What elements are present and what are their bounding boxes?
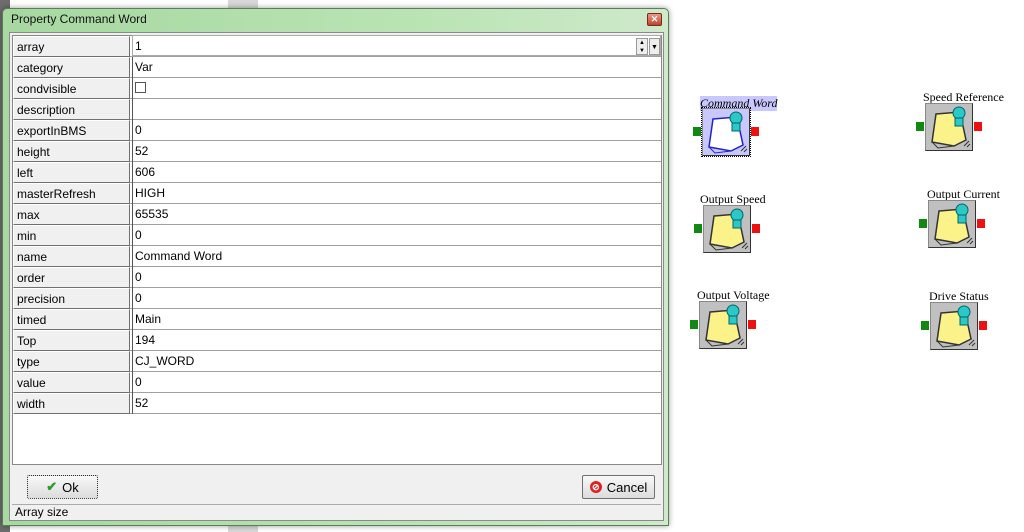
- property-row-exportinbms: exportInBMS 0: [13, 120, 661, 141]
- property-dialog: Property Command Word ✕ array 1 ▲ ▼ ▼ categor…: [2, 8, 669, 526]
- property-value[interactable]: Command Word: [132, 246, 661, 267]
- spinner-arrows-icon[interactable]: ▲ ▼: [636, 38, 648, 55]
- output-port[interactable]: [977, 219, 985, 228]
- ok-button[interactable]: ✔ Ok: [27, 475, 98, 499]
- property-row-order: order 0: [13, 267, 661, 288]
- output-port[interactable]: [752, 224, 760, 233]
- property-label: category: [13, 57, 130, 78]
- dialog-title: Property Command Word: [11, 12, 147, 26]
- note-node-icon[interactable]: [699, 301, 747, 349]
- output-port[interactable]: [974, 122, 982, 131]
- property-label: value: [13, 372, 130, 393]
- property-value[interactable]: 52: [132, 141, 661, 162]
- property-value[interactable]: [132, 78, 661, 99]
- property-row-min: min 0: [13, 225, 661, 246]
- property-label: Top: [13, 330, 130, 351]
- dialog-client: array 1 ▲ ▼ ▼ category Var condvisible descripti…: [9, 32, 664, 521]
- input-port[interactable]: [690, 320, 698, 329]
- note-node-icon[interactable]: [925, 103, 973, 151]
- property-row-timed: timed Main: [13, 309, 661, 330]
- property-label: precision: [13, 288, 130, 309]
- value-text: 1: [135, 39, 142, 53]
- property-row-category: category Var: [13, 57, 661, 78]
- property-value[interactable]: [132, 99, 661, 120]
- note-node-icon[interactable]: [701, 107, 751, 157]
- property-value[interactable]: 194: [132, 330, 661, 351]
- property-value[interactable]: 65535: [132, 204, 661, 225]
- property-value-input[interactable]: 1 ▲ ▼ ▼: [132, 35, 661, 56]
- close-button[interactable]: ✕: [647, 13, 662, 26]
- property-value[interactable]: Var: [132, 57, 661, 78]
- property-value[interactable]: 606: [132, 162, 661, 183]
- property-label: order: [13, 267, 130, 288]
- input-port[interactable]: [693, 127, 701, 136]
- property-row-masterrefresh: masterRefresh HIGH: [13, 183, 661, 204]
- property-value[interactable]: HIGH: [132, 183, 661, 204]
- output-port[interactable]: [751, 127, 759, 136]
- property-label: exportInBMS: [13, 120, 130, 141]
- property-row-left: left 606: [13, 162, 661, 183]
- property-value[interactable]: 0: [132, 267, 661, 288]
- property-label: masterRefresh: [13, 183, 130, 204]
- output-port[interactable]: [748, 320, 756, 329]
- note-node-icon[interactable]: [703, 205, 751, 253]
- property-label: left: [13, 162, 130, 183]
- property-row-description: description: [13, 99, 661, 120]
- property-label: type: [13, 351, 130, 372]
- checkmark-icon: ✔: [46, 479, 58, 494]
- cancel-label: Cancel: [606, 479, 648, 495]
- property-label: array: [13, 36, 130, 57]
- property-value[interactable]: 0: [132, 288, 661, 309]
- input-port[interactable]: [921, 321, 929, 330]
- input-port[interactable]: [694, 224, 702, 233]
- property-value[interactable]: 0: [132, 225, 661, 246]
- property-row-condvisible: condvisible: [13, 78, 661, 99]
- checkbox[interactable]: [135, 82, 146, 93]
- property-value[interactable]: Main: [132, 309, 661, 330]
- property-row-array: array 1 ▲ ▼ ▼: [13, 35, 661, 57]
- property-row-top: Top 194: [13, 330, 661, 351]
- ok-label: Ok: [62, 479, 79, 495]
- property-row-max: max 65535: [13, 204, 661, 225]
- property-row-name: name Command Word: [13, 246, 661, 267]
- property-value[interactable]: CJ_WORD: [132, 351, 661, 372]
- property-label: max: [13, 204, 130, 225]
- property-row-width: width 52: [13, 393, 661, 414]
- output-port[interactable]: [979, 321, 987, 330]
- note-node-icon[interactable]: [928, 200, 976, 248]
- input-port[interactable]: [916, 122, 924, 131]
- property-row-height: height 52: [13, 141, 661, 162]
- property-value[interactable]: 0: [132, 372, 661, 393]
- property-row-precision: precision 0: [13, 288, 661, 309]
- property-label: condvisible: [13, 78, 130, 99]
- property-row-value: value 0: [13, 372, 661, 393]
- cancel-button[interactable]: ⊘ Cancel: [582, 475, 655, 499]
- input-port[interactable]: [919, 219, 927, 228]
- property-value[interactable]: 0: [132, 120, 661, 141]
- property-grid: array 1 ▲ ▼ ▼ category Var condvisible descripti…: [12, 35, 662, 465]
- property-label: name: [13, 246, 130, 267]
- property-label: timed: [13, 309, 130, 330]
- cancel-icon: ⊘: [589, 481, 602, 493]
- property-label: width: [13, 393, 130, 414]
- status-bar: Array size: [12, 504, 661, 519]
- property-label: height: [13, 141, 130, 162]
- property-value[interactable]: 52: [132, 393, 661, 414]
- property-label: min: [13, 225, 130, 246]
- property-label: description: [13, 99, 130, 120]
- dropdown-arrow-icon[interactable]: ▼: [649, 38, 660, 55]
- property-row-type: type CJ_WORD: [13, 351, 661, 372]
- note-node-icon[interactable]: [930, 302, 978, 350]
